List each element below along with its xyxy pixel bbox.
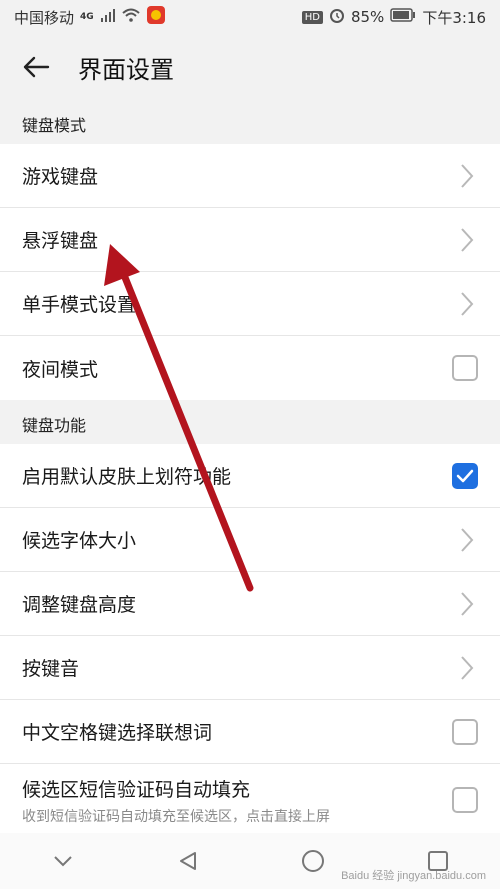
chevron-right-icon bbox=[461, 655, 474, 680]
page-title: 界面设置 bbox=[78, 55, 174, 84]
sms-autofill-checkbox[interactable] bbox=[452, 787, 478, 813]
setting-game-keyboard[interactable]: 游戏键盘 bbox=[0, 144, 500, 208]
nav-home-button[interactable] bbox=[293, 841, 333, 881]
nav-back-button[interactable] bbox=[168, 841, 208, 881]
setting-sms-code-autofill[interactable]: 候选区短信验证码自动填充 收到短信验证码自动填充至候选区，点击直接上屏 bbox=[0, 764, 500, 836]
clock-time: 下午3:16 bbox=[422, 8, 486, 27]
battery-percent: 85% bbox=[350, 8, 385, 26]
setting-one-hand-mode[interactable]: 单手模式设置 bbox=[0, 272, 500, 336]
back-arrow-icon bbox=[23, 56, 50, 78]
section-header-keyboard-mode: 键盘模式 bbox=[0, 100, 500, 144]
setting-default-skin-swipe[interactable]: 启用默认皮肤上划符功能 bbox=[0, 444, 500, 508]
chevron-right-icon bbox=[461, 591, 474, 616]
chevron-right-icon bbox=[461, 527, 474, 552]
header: 界面设置 bbox=[0, 34, 500, 100]
setting-description: 收到短信验证码自动填充至候选区，点击直接上屏 bbox=[22, 808, 330, 825]
app-notification-icon bbox=[146, 5, 166, 29]
battery-icon bbox=[390, 8, 416, 26]
space-select-checkbox[interactable] bbox=[452, 718, 478, 745]
setting-label: 调整键盘高度 bbox=[22, 594, 137, 616]
setting-key-sound[interactable]: 按键音 bbox=[0, 636, 500, 700]
hd-badge: HD bbox=[301, 10, 323, 24]
setting-candidate-font-size[interactable]: 候选字体大小 bbox=[0, 508, 500, 572]
setting-label: 中文空格键选择联想词 bbox=[22, 722, 213, 744]
setting-label: 夜间模式 bbox=[22, 358, 99, 381]
chevron-right-icon bbox=[461, 227, 474, 252]
night-mode-checkbox[interactable] bbox=[452, 355, 478, 381]
setting-label: 单手模式设置 bbox=[22, 294, 137, 316]
hide-keyboard-button[interactable] bbox=[43, 841, 83, 881]
setting-label: 候选字体大小 bbox=[22, 530, 137, 552]
setting-space-select-association[interactable]: 中文空格键选择联想词 bbox=[0, 700, 500, 764]
chevron-down-icon bbox=[53, 856, 72, 867]
wifi-icon bbox=[122, 8, 140, 26]
default-skin-swipe-checkbox[interactable] bbox=[452, 462, 478, 489]
triangle-back-icon bbox=[179, 852, 196, 870]
alarm-icon bbox=[329, 7, 345, 27]
setting-label: 游戏键盘 bbox=[22, 166, 99, 188]
checkmark-icon bbox=[456, 469, 474, 482]
setting-label: 悬浮键盘 bbox=[22, 230, 99, 252]
setting-floating-keyboard[interactable]: 悬浮键盘 bbox=[0, 208, 500, 272]
setting-night-mode[interactable]: 夜间模式 bbox=[0, 336, 500, 400]
back-button[interactable] bbox=[18, 49, 54, 85]
setting-label: 按键音 bbox=[22, 658, 80, 680]
watermark: Baidu 经验 jingyan.baidu.com bbox=[341, 870, 486, 882]
network-label: 4G bbox=[80, 12, 94, 22]
signal-icon bbox=[100, 8, 116, 26]
chevron-right-icon bbox=[461, 291, 474, 316]
status-bar: 中国移动 4G HD 85% 下午3:16 bbox=[0, 0, 500, 34]
setting-label: 候选区短信验证码自动填充 bbox=[22, 778, 251, 801]
chevron-right-icon bbox=[461, 163, 474, 188]
circle-home-icon bbox=[301, 850, 324, 872]
setting-keyboard-height[interactable]: 调整键盘高度 bbox=[0, 572, 500, 636]
carrier-label: 中国移动 bbox=[14, 8, 75, 27]
section-header-keyboard-functions: 键盘功能 bbox=[0, 400, 500, 444]
setting-label: 启用默认皮肤上划符功能 bbox=[22, 466, 232, 488]
